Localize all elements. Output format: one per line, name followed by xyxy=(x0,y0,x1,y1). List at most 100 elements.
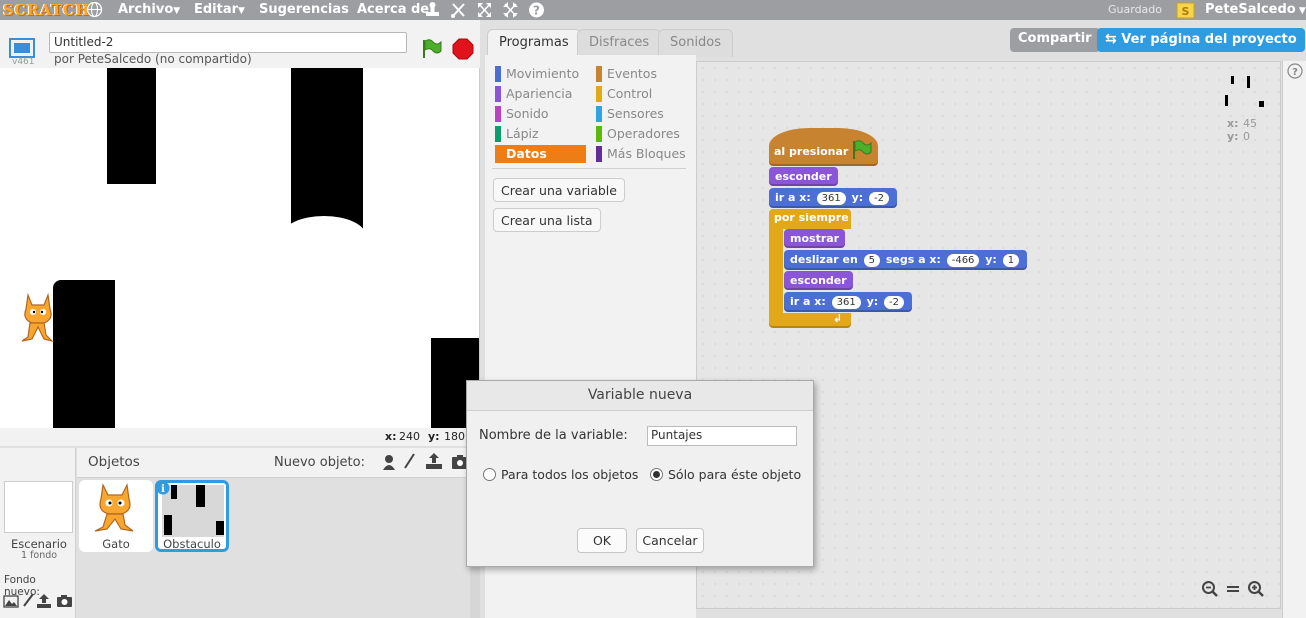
thumb-pipe xyxy=(1247,76,1250,88)
category-label: Operadores xyxy=(607,126,680,141)
category-label: Movimiento xyxy=(506,66,580,81)
radio-this-sprite[interactable] xyxy=(650,468,663,481)
hide-block[interactable]: esconder xyxy=(769,167,838,186)
category-more-blocks[interactable]: Más Bloques xyxy=(596,146,686,163)
share-button[interactable]: Compartir xyxy=(1010,28,1100,52)
camera-icon[interactable] xyxy=(56,594,73,611)
tab-costumes[interactable]: Disfraces xyxy=(577,29,662,57)
obstacle-pipe xyxy=(291,68,363,236)
obstacle-thumbnail xyxy=(162,485,224,537)
cat-sprite-icon xyxy=(89,481,141,536)
help-icon[interactable]: ? xyxy=(528,1,545,23)
zoom-reset-icon[interactable] xyxy=(1225,580,1241,601)
category-swatch xyxy=(495,66,501,82)
tab-scripts[interactable]: Programas xyxy=(487,29,581,57)
stop-sign-icon[interactable] xyxy=(452,38,474,63)
thumb-pipe xyxy=(216,521,224,535)
category-swatch xyxy=(495,86,501,102)
tab-sounds[interactable]: Sonidos xyxy=(658,29,734,57)
category-label: Más Bloques xyxy=(607,146,686,161)
category-label: Datos xyxy=(506,146,547,161)
zoom-out-icon[interactable] xyxy=(1201,580,1219,601)
category-label: Apariencia xyxy=(506,86,573,101)
category-motion[interactable]: Movimiento xyxy=(495,66,579,83)
x-input[interactable]: 361 xyxy=(831,296,861,309)
menu-tips[interactable]: Sugerencias xyxy=(259,2,349,17)
sprite-library-icon[interactable] xyxy=(380,453,398,474)
secs-input[interactable]: 5 xyxy=(863,254,881,267)
go-to-xy-block[interactable]: ir a x: 361 y: -2 xyxy=(784,292,912,312)
category-control[interactable]: Control xyxy=(596,86,652,103)
account-menu[interactable]: PeteSalcedo ▼ xyxy=(1205,2,1306,17)
new-sprite-label: Nuevo objeto: xyxy=(274,455,365,470)
menu-about[interactable]: Acerca de xyxy=(357,2,429,17)
category-looks[interactable]: Apariencia xyxy=(495,86,572,103)
dialog-title: Variable nueva xyxy=(467,381,813,411)
cat-sprite-icon[interactable] xyxy=(18,292,58,350)
zoom-in-icon[interactable] xyxy=(1247,580,1265,601)
see-project-page-label: Ver página del proyecto xyxy=(1121,32,1297,47)
glide-block[interactable]: deslizar en 5 segs a x: -466 y: 1 xyxy=(784,250,1028,270)
project-title-input[interactable]: Untitled-2 xyxy=(49,32,407,53)
block-label: por siempre xyxy=(774,211,849,224)
svg-text:?: ? xyxy=(1292,67,1298,78)
category-events[interactable]: Eventos xyxy=(596,66,657,83)
sprite-thumb-obstaculo[interactable]: i Obstaculo xyxy=(155,480,229,552)
category-label: Lápiz xyxy=(506,126,539,141)
chevron-down-icon: ▼ xyxy=(173,6,181,16)
category-pen[interactable]: Lápiz xyxy=(495,126,539,143)
make-variable-button[interactable]: Crear una variable xyxy=(493,178,625,202)
x-input[interactable]: -466 xyxy=(946,254,980,267)
thumb-pipe xyxy=(171,485,177,499)
category-sound[interactable]: Sonido xyxy=(495,106,549,123)
upload-icon[interactable] xyxy=(36,593,52,612)
globe-icon[interactable] xyxy=(86,1,103,22)
my-stuff-folder-icon[interactable]: S xyxy=(1176,1,1195,23)
when-flag-clicked-block[interactable]: al presionar xyxy=(769,128,878,166)
thumb-pipe xyxy=(196,485,205,507)
hide-block[interactable]: esconder xyxy=(784,271,853,290)
see-project-page-button[interactable]: ⇆ Ver página del proyecto xyxy=(1097,28,1305,52)
scratch-logo[interactable]: SCRATCH xyxy=(3,1,90,19)
sprite-thumb-gato[interactable]: Gato xyxy=(79,480,153,552)
sprite-list-header: Objetos Nuevo objeto: xyxy=(77,448,480,478)
variable-name-input[interactable]: Puntajes xyxy=(647,426,797,446)
block-label: y: xyxy=(851,191,864,204)
backdrop-library-icon[interactable] xyxy=(3,594,19,611)
cloud-shape xyxy=(282,216,366,256)
variable-name-label: Nombre de la variable: xyxy=(479,428,628,443)
category-sensing[interactable]: Sensores xyxy=(596,106,664,123)
mouse-coordinates: x: 240 y: 180 xyxy=(0,428,480,446)
shrink-icon[interactable] xyxy=(502,1,519,23)
help-icon[interactable]: ? xyxy=(1287,63,1303,82)
paint-brush-icon[interactable] xyxy=(402,453,416,474)
y-input[interactable]: 1 xyxy=(1002,254,1020,267)
cancel-button[interactable]: Cancelar xyxy=(636,528,704,553)
new-variable-dialog: Variable nueva Nombre de la variable: Pu… xyxy=(466,380,814,567)
info-icon[interactable]: i xyxy=(156,481,170,498)
coord-x-label: x: xyxy=(385,430,397,443)
green-flag-icon[interactable] xyxy=(420,38,442,63)
menu-file[interactable]: Archivo▼ xyxy=(118,2,180,17)
stage-canvas[interactable] xyxy=(0,68,480,428)
radio-all-sprites[interactable] xyxy=(483,468,496,481)
category-swatch xyxy=(596,86,602,102)
stage-thumbnail[interactable] xyxy=(4,481,73,533)
x-input[interactable]: 361 xyxy=(816,192,846,205)
upload-icon[interactable] xyxy=(425,452,443,473)
obstacle-pipe xyxy=(107,68,156,184)
thumb-pipe xyxy=(1259,101,1264,107)
make-list-button[interactable]: Crear una lista xyxy=(493,208,601,232)
category-data[interactable]: Datos xyxy=(495,145,586,163)
ok-button[interactable]: OK xyxy=(577,528,627,553)
y-input[interactable]: -2 xyxy=(868,192,889,205)
y-input[interactable]: -2 xyxy=(883,296,904,309)
category-operators[interactable]: Operadores xyxy=(596,126,680,143)
show-block[interactable]: mostrar xyxy=(784,229,846,248)
backdrop-count: 1 fondo xyxy=(21,550,58,561)
menu-edit[interactable]: Editar▼ xyxy=(194,2,245,17)
go-to-xy-block[interactable]: ir a x: 361 y: -2 xyxy=(769,188,897,208)
svg-text:?: ? xyxy=(533,4,540,18)
paint-brush-icon[interactable] xyxy=(21,593,35,612)
category-label: Sensores xyxy=(607,106,664,121)
